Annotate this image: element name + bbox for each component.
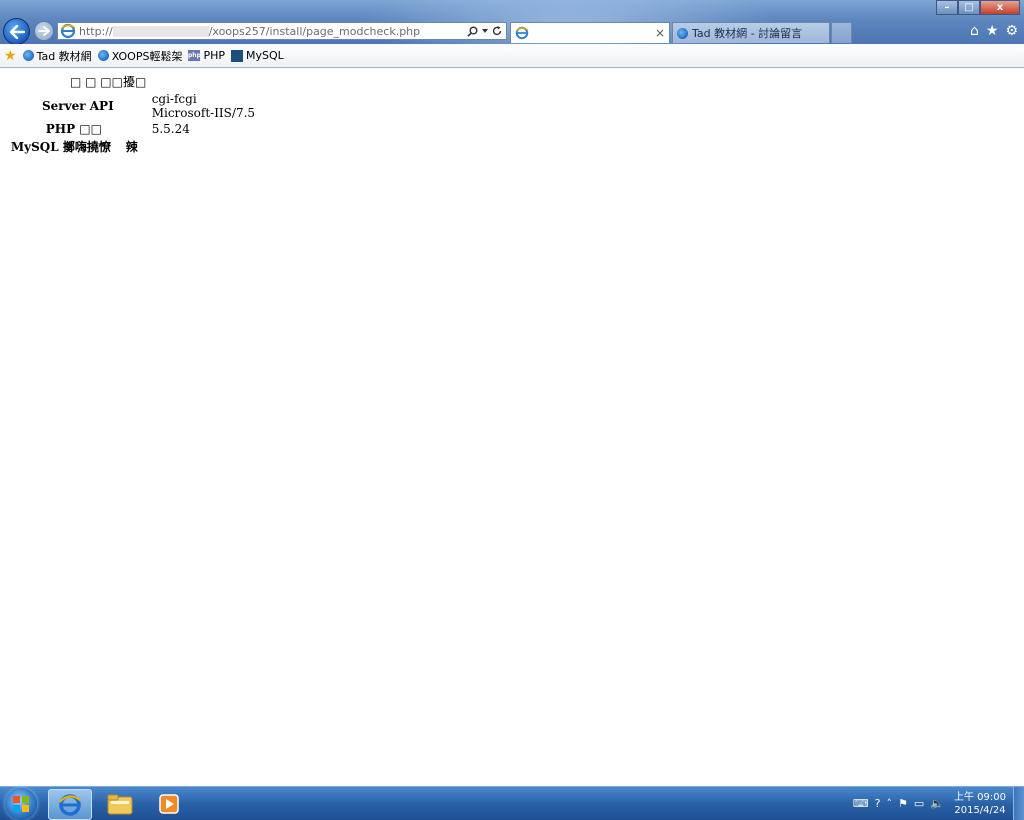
close-button[interactable]: x bbox=[980, 0, 1020, 15]
address-path: /xoops257/install/page_modcheck.php bbox=[208, 24, 421, 38]
ie-icon bbox=[97, 50, 109, 61]
windows-logo-icon bbox=[13, 796, 29, 812]
php-icon: php bbox=[188, 50, 201, 61]
table-label-cell: MySQL 擲嗨撓憭 bbox=[10, 140, 111, 154]
ie-icon bbox=[58, 793, 82, 816]
favorite-mysql[interactable]: MySQL bbox=[231, 49, 284, 62]
table-row: □ □ □□擾□ bbox=[8, 72, 255, 91]
system-tray: ⌨ ? ˄ ⚑ ▭ 🔈 上午 09:00 2015/4/24 bbox=[824, 787, 1024, 820]
module-check-table: □ □ □□擾□ Server API cgi-fcgi Microsoft-I… bbox=[8, 72, 255, 156]
action-center-icon[interactable]: ⚑ bbox=[898, 797, 908, 810]
favorite-label: XOOPS輕鬆架 bbox=[111, 49, 183, 63]
add-favorite-icon[interactable]: ★ bbox=[4, 48, 17, 64]
favorite-php[interactable]: php PHP bbox=[188, 49, 225, 62]
address-input[interactable]: http:// /xoops257/install/page_modcheck.p… bbox=[79, 25, 467, 38]
table-row: Server API cgi-fcgi Microsoft-IIS/7.5 bbox=[8, 91, 255, 121]
tab-label: Tad 教材網 - 討論留言 bbox=[692, 27, 803, 40]
folder-icon bbox=[107, 794, 133, 814]
volume-icon[interactable]: 🔈 bbox=[930, 797, 944, 810]
tray-icons: ⌨ ? ˄ ⚑ ▭ 🔈 bbox=[853, 797, 944, 810]
tab-tad-discussion[interactable]: Tad 教材網 - 討論留言 bbox=[672, 22, 830, 43]
address-tools bbox=[467, 26, 506, 37]
close-tab-icon[interactable]: × bbox=[655, 26, 665, 40]
favorites-bar: ★ Tad 教材網 XOOPS輕鬆架 php PHP MySQL bbox=[0, 44, 1024, 68]
ie-icon bbox=[515, 26, 529, 40]
favorite-label: PHP bbox=[203, 49, 225, 62]
ie-icon bbox=[22, 50, 34, 61]
network-icon[interactable]: ▭ bbox=[914, 797, 924, 810]
taskbar: ⌨ ? ˄ ⚑ ▭ 🔈 上午 09:00 2015/4/24 bbox=[0, 786, 1024, 820]
table-value-cell: cgi-fcgi Microsoft-IIS/7.5 bbox=[122, 91, 255, 121]
address-bar[interactable]: http:// /xoops257/install/page_modcheck.p… bbox=[57, 22, 507, 40]
keyboard-icon[interactable]: ⌨ bbox=[853, 797, 869, 810]
value-line: Microsoft-IIS/7.5 bbox=[151, 106, 256, 120]
show-hidden-icon[interactable]: ˄ bbox=[887, 797, 893, 810]
help-icon[interactable]: ? bbox=[875, 797, 881, 810]
clock-date: 2015/4/24 bbox=[954, 804, 1006, 816]
taskbar-media-player[interactable] bbox=[148, 789, 190, 818]
favorite-label: MySQL bbox=[246, 49, 284, 62]
gear-icon[interactable]: ⚙ bbox=[1005, 23, 1018, 39]
table-row: MySQL 擲嗨撓憭 辣 bbox=[8, 137, 255, 156]
page-content: □ □ □□擾□ Server API cgi-fcgi Microsoft-I… bbox=[8, 72, 255, 156]
clock-time: 上午 09:00 bbox=[954, 791, 1006, 803]
address-redacted bbox=[112, 26, 209, 37]
ie-icon bbox=[677, 27, 688, 39]
media-player-icon bbox=[159, 793, 179, 814]
table-label-cell: Server API bbox=[42, 99, 114, 113]
window-controls: – □ x bbox=[936, 0, 1020, 15]
arrow-right-icon bbox=[38, 26, 50, 36]
clock[interactable]: 上午 09:00 2015/4/24 bbox=[954, 791, 1006, 817]
refresh-icon[interactable] bbox=[492, 26, 502, 36]
browser-chrome: – □ x http:// /xoops257/install/page_modc… bbox=[0, 0, 1024, 44]
favorite-label: Tad 教材網 bbox=[36, 49, 92, 63]
start-button[interactable] bbox=[5, 788, 37, 820]
show-desktop-button[interactable] bbox=[1013, 787, 1024, 820]
search-icon[interactable] bbox=[467, 26, 478, 37]
favorites-star-icon[interactable]: ★ bbox=[986, 23, 999, 39]
table-label-cell: PHP □□ bbox=[45, 122, 102, 136]
table-header-cell: □ □ □□擾□ bbox=[70, 75, 147, 89]
favorite-tad[interactable]: Tad 教材網 bbox=[22, 48, 92, 64]
new-tab-button[interactable] bbox=[831, 22, 852, 43]
home-icon[interactable]: ⌂ bbox=[970, 23, 979, 39]
chevron-down-icon[interactable] bbox=[482, 29, 488, 33]
mysql-icon bbox=[231, 49, 243, 62]
maximize-button[interactable]: □ bbox=[958, 0, 980, 15]
table-value-cell: 辣 bbox=[125, 140, 138, 154]
back-button[interactable] bbox=[3, 18, 30, 44]
ie-icon bbox=[60, 23, 76, 39]
forward-button[interactable] bbox=[34, 21, 54, 41]
arrow-left-icon bbox=[9, 24, 25, 39]
taskbar-explorer[interactable] bbox=[99, 789, 141, 818]
value-line: cgi-fcgi bbox=[151, 92, 197, 106]
tab-current[interactable]: × bbox=[510, 22, 670, 43]
taskbar-ie[interactable] bbox=[48, 789, 92, 820]
table-row: PHP □□ 5.5.24 bbox=[8, 121, 255, 137]
minimize-button[interactable]: – bbox=[936, 0, 958, 15]
table-value-cell: 5.5.24 bbox=[151, 122, 190, 136]
command-icons: ⌂ ★ ⚙ bbox=[970, 23, 1018, 39]
address-prefix: http:// bbox=[79, 24, 113, 38]
favorite-xoops[interactable]: XOOPS輕鬆架 bbox=[97, 48, 183, 64]
